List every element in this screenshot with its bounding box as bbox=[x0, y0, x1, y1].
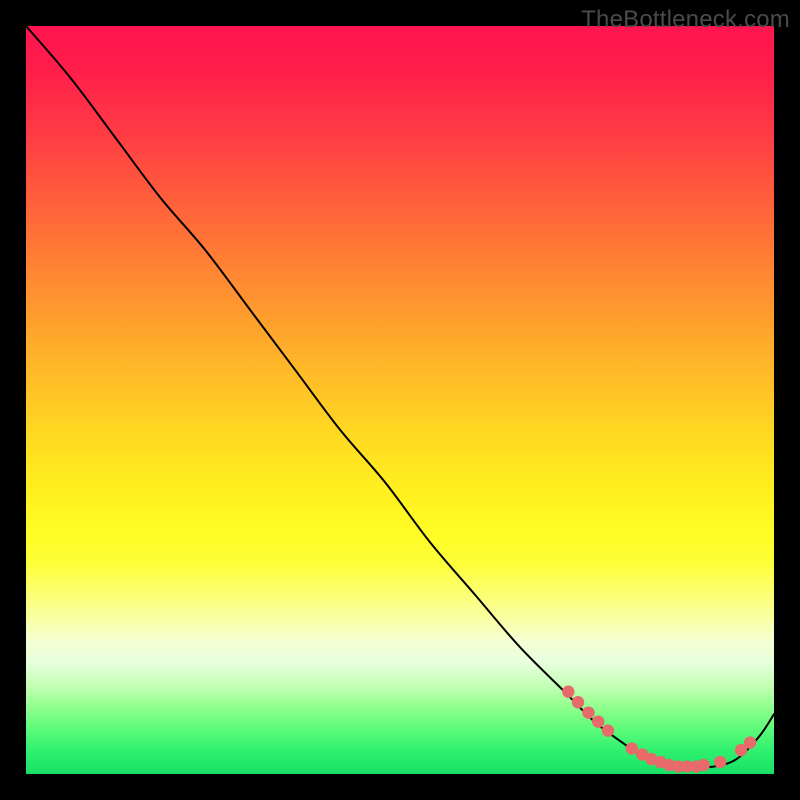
bottleneck-curve-line bbox=[26, 26, 774, 767]
chart-plot-area bbox=[26, 26, 774, 774]
curve-marker bbox=[592, 715, 604, 727]
curve-marker bbox=[714, 756, 726, 768]
curve-marker bbox=[582, 706, 594, 718]
curve-marker bbox=[697, 759, 709, 771]
curve-marker bbox=[572, 696, 584, 708]
curve-marker bbox=[562, 686, 574, 698]
app-frame: TheBottleneck.com bbox=[0, 0, 800, 800]
curve-marker bbox=[744, 736, 756, 748]
curve-markers bbox=[562, 686, 756, 773]
curve-marker bbox=[602, 724, 614, 736]
watermark-text: TheBottleneck.com bbox=[581, 6, 790, 34]
chart-svg bbox=[26, 26, 774, 774]
curve-marker bbox=[626, 742, 638, 754]
